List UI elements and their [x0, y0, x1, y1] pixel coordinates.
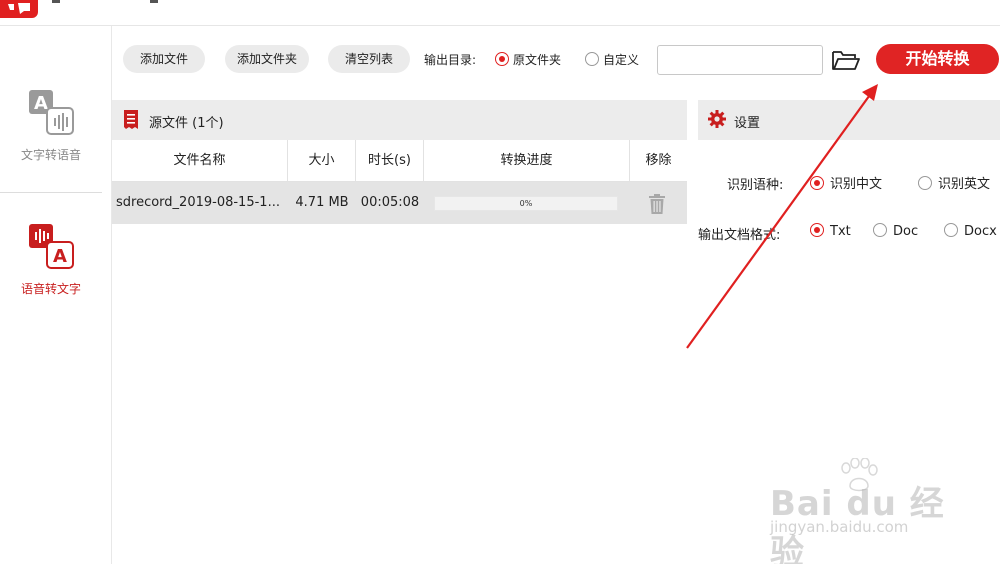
document-icon: [124, 110, 138, 129]
format-option-txt[interactable]: Txt: [810, 223, 851, 239]
svg-text:A: A: [53, 246, 67, 267]
column-header-progress: 转换进度: [424, 140, 630, 182]
app-logo: [0, 0, 38, 18]
radio-selected-icon: [810, 223, 824, 237]
column-header-size: 大小: [288, 140, 356, 182]
format-option-doc[interactable]: Doc: [873, 223, 918, 239]
output-option-custom[interactable]: 自定义: [585, 51, 639, 68]
file-size-cell: 4.71 MB: [295, 195, 349, 210]
watermark-site: jingyan.baidu.com: [770, 518, 909, 536]
output-path-input[interactable]: [657, 45, 823, 75]
radio-selected-icon: [810, 176, 824, 190]
radio-label: 识别中文: [830, 177, 883, 192]
text-to-speech-icon: A: [29, 90, 74, 135]
output-option-original-folder[interactable]: 原文件夹: [495, 51, 561, 68]
language-option-chinese[interactable]: 识别中文: [810, 173, 882, 192]
radio-unselected-icon: [918, 176, 932, 190]
format-label: 输出文档格式:: [698, 228, 781, 243]
sidebar-item-label: 语音转文字: [20, 282, 81, 296]
add-folder-button[interactable]: 添加文件夹: [225, 45, 309, 73]
start-convert-button[interactable]: 开始转换: [876, 44, 999, 74]
sidebar-item-speech-to-text[interactable]: A 语音转文字: [0, 220, 102, 297]
radio-unselected-icon: [873, 223, 887, 237]
settings-panel-title: 设置: [734, 116, 761, 131]
clear-list-button[interactable]: 清空列表: [328, 45, 410, 73]
sidebar-divider: [0, 192, 102, 193]
progress-text: 0%: [519, 199, 533, 208]
add-file-button[interactable]: 添加文件: [123, 45, 205, 73]
title-bar: [0, 0, 1000, 26]
sidebar-item-label: 文字转语音: [20, 148, 81, 162]
sidebar-item-text-to-speech[interactable]: A 文字转语音: [0, 86, 102, 163]
table-header: 文件名称 大小 时长(s) 转换进度 移除: [112, 140, 687, 182]
language-label: 识别语种:: [727, 178, 784, 193]
file-duration-cell: 00:05:08: [360, 195, 420, 210]
radio-selected-icon: [495, 52, 509, 66]
gear-icon: [708, 110, 726, 128]
progress-bar: 0%: [434, 196, 618, 211]
radio-label: 原文件夹: [513, 53, 562, 67]
sidebar: A 文字转语音 A 语音转文字: [0, 26, 112, 564]
radio-label: 自定义: [603, 53, 640, 67]
column-header-duration: 时长(s): [356, 140, 424, 182]
svg-text:A: A: [34, 93, 48, 114]
radio-label: Txt: [830, 224, 851, 239]
baidu-watermark: Bai du 经验 jingyan.baidu.com: [770, 458, 960, 564]
column-header-name: 文件名称: [112, 140, 288, 182]
radio-unselected-icon: [944, 223, 958, 237]
trash-icon[interactable]: [648, 194, 666, 214]
output-dir-label: 输出目录:: [424, 53, 477, 67]
radio-label: Docx: [964, 224, 997, 239]
format-option-docx[interactable]: Docx: [944, 223, 997, 239]
column-header-remove: 移除: [645, 153, 672, 168]
logo-icon: [8, 3, 30, 14]
title-fragment: [52, 0, 60, 3]
speech-to-text-icon: A: [29, 224, 74, 269]
radio-unselected-icon: [585, 52, 599, 66]
source-panel-title: 源文件 (1个): [149, 116, 224, 131]
title-fragment: [150, 0, 158, 3]
table-row[interactable]: sdrecord_2019-08-15-1... 4.71 MB 00:05:0…: [112, 182, 687, 224]
language-option-english[interactable]: 识别英文: [918, 173, 990, 192]
radio-label: 识别英文: [938, 177, 991, 192]
settings-panel-header: 设置: [698, 100, 1000, 140]
radio-label: Doc: [893, 224, 919, 239]
file-name-cell: sdrecord_2019-08-15-1...: [116, 195, 280, 210]
source-panel-header: 源文件 (1个): [112, 100, 687, 140]
folder-open-icon[interactable]: [831, 48, 861, 72]
